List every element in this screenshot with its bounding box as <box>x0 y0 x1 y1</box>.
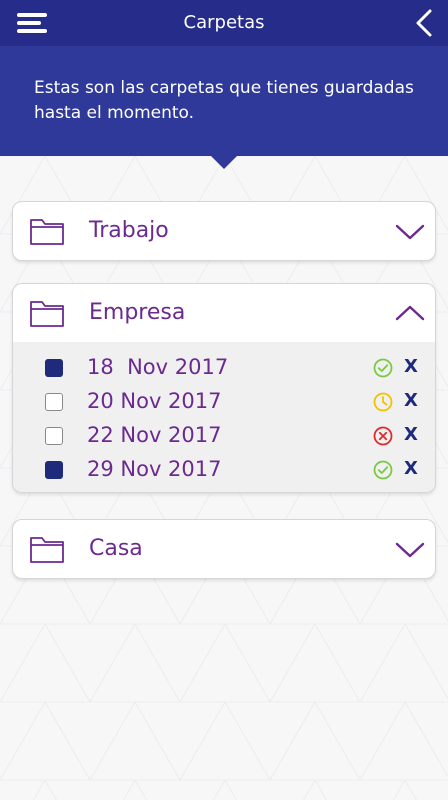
chevron-up-icon[interactable] <box>393 300 427 326</box>
folder-header[interactable]: Trabajo <box>13 202 435 260</box>
entry-checkbox[interactable] <box>45 393 63 411</box>
folder-card-empresa[interactable]: Empresa 18 Nov 2017 X 20 Nov 2017 X 22 N… <box>12 283 436 493</box>
chevron-down-icon[interactable] <box>393 536 427 562</box>
check-circle-icon <box>373 358 393 378</box>
clock-icon <box>373 392 393 412</box>
folder-header[interactable]: Casa <box>13 520 435 578</box>
entry-checkbox[interactable] <box>45 461 63 479</box>
list-item: 22 Nov 2017 X <box>13 418 435 452</box>
folder-card-casa[interactable]: Casa <box>12 519 436 579</box>
folder-icon <box>30 537 64 563</box>
list-item: 20 Nov 2017 X <box>13 384 435 418</box>
info-banner: Estas son las carpetas que tienes guarda… <box>0 46 448 156</box>
remove-entry-button[interactable]: X <box>401 384 421 418</box>
entry-date[interactable]: 22 Nov 2017 <box>87 418 222 452</box>
folder-icon <box>30 219 64 245</box>
remove-entry-button[interactable]: X <box>401 418 421 452</box>
check-circle-icon <box>373 460 393 480</box>
banner-notch <box>211 156 237 169</box>
page-title: Carpetas <box>183 12 265 33</box>
list-item: 29 Nov 2017 X <box>13 452 435 486</box>
chevron-down-icon[interactable] <box>393 218 427 244</box>
folder-icon <box>30 301 64 327</box>
entry-date[interactable]: 18 Nov 2017 <box>87 350 228 384</box>
x-circle-icon <box>373 426 393 446</box>
folder-name: Casa <box>89 536 143 561</box>
remove-entry-button[interactable]: X <box>401 350 421 384</box>
remove-entry-button[interactable]: X <box>401 452 421 486</box>
app-header: Carpetas <box>0 0 448 46</box>
folder-header[interactable]: Empresa <box>13 284 435 342</box>
entry-checkbox[interactable] <box>45 427 63 445</box>
chevron-left-icon[interactable] <box>410 8 438 38</box>
folder-name: Empresa <box>89 300 186 325</box>
folder-entries: 18 Nov 2017 X 20 Nov 2017 X 22 Nov 2017 <box>13 342 435 492</box>
folder-card-trabajo[interactable]: Trabajo <box>12 201 436 261</box>
entry-checkbox[interactable] <box>45 359 63 377</box>
folder-name: Trabajo <box>89 218 169 243</box>
entry-date[interactable]: 29 Nov 2017 <box>87 452 222 486</box>
entry-date[interactable]: 20 Nov 2017 <box>87 384 222 418</box>
list-item: 18 Nov 2017 X <box>13 350 435 384</box>
banner-text: Estas son las carpetas que tienes guarda… <box>34 78 414 123</box>
